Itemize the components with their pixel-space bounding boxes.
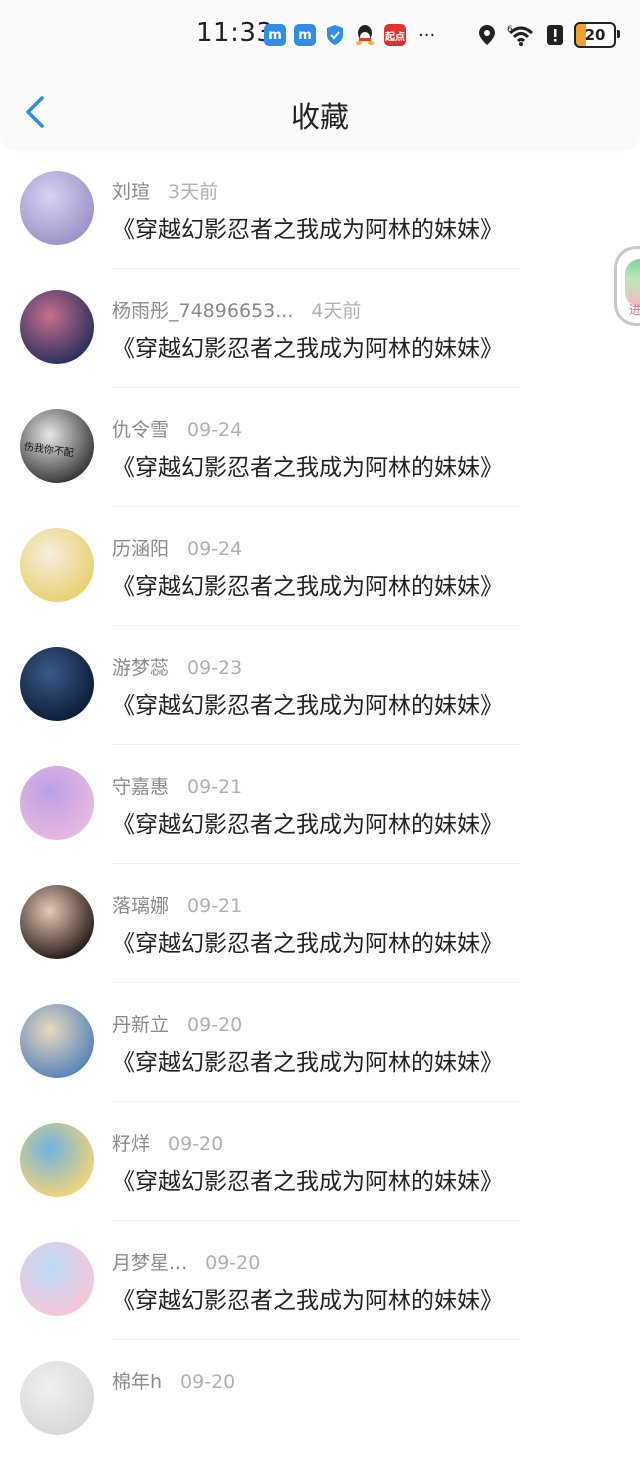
timestamp: 09-24	[187, 538, 243, 560]
favorite-content[interactable]: 《穿越幻影忍者之我成为阿林的妹妹》	[112, 329, 503, 363]
avatar[interactable]	[20, 290, 94, 364]
list-item[interactable]: 杨雨彤_74896653... 4天前《穿越幻影忍者之我成为阿林的妹妹》	[0, 269, 640, 388]
app-m-icon: m	[264, 24, 286, 46]
alert-icon	[547, 25, 563, 45]
list-item[interactable]: 刘瑄 3天前《穿越幻影忍者之我成为阿林的妹妹》	[0, 150, 640, 269]
timestamp: 09-23	[187, 657, 243, 679]
app-m-icon-2: m	[294, 24, 316, 46]
system-icons: 6 20	[478, 22, 620, 48]
timestamp: 09-20	[168, 1133, 224, 1155]
item-meta: 仇令雪 09-24	[112, 415, 242, 442]
favorite-content[interactable]: 《穿越幻影忍者之我成为阿林的妹妹》	[112, 924, 503, 958]
notification-icons: m m 起点 ···	[264, 24, 435, 46]
item-meta: 月梦星... 09-20	[112, 1248, 260, 1275]
list-item[interactable]: 籽烊 09-20 《穿越幻影忍者之我成为阿林的妹妹》	[0, 1102, 640, 1221]
item-meta: 游梦蕊 09-23	[112, 653, 242, 680]
timestamp: 09-20	[180, 1371, 236, 1393]
item-meta: 落璃娜 09-21	[112, 891, 242, 918]
status-bar: 11:33 m m 起点 ··· 6 20	[0, 0, 640, 70]
list-item[interactable]: 棉年h 09-20	[0, 1340, 640, 1459]
qq-icon	[354, 24, 376, 46]
timestamp: 4天前	[311, 300, 362, 322]
timestamp: 09-20	[205, 1252, 261, 1274]
item-meta: 棉年h 09-20	[112, 1367, 235, 1394]
favorite-content[interactable]: 《穿越幻影忍者之我成为阿林的妹妹》	[112, 448, 503, 482]
favorite-content[interactable]: 《穿越幻影忍者之我成为阿林的妹妹》	[112, 686, 503, 720]
avatar[interactable]	[20, 885, 94, 959]
item-meta: 刘瑄 3天前	[112, 177, 218, 204]
avatar[interactable]	[20, 1123, 94, 1197]
status-time: 11:33	[196, 18, 274, 48]
favorite-content[interactable]: 《穿越幻影忍者之我成为阿林的妹妹》	[112, 1043, 503, 1077]
shield-app-icon	[324, 24, 346, 46]
list-item[interactable]: 历涵阳 09-24 《穿越幻影忍者之我成为阿林的妹妹》	[0, 507, 640, 626]
wifi-icon: 6	[507, 25, 534, 46]
timestamp: 09-21	[187, 776, 243, 798]
list-item[interactable]: 丹新立 09-20 《穿越幻影忍者之我成为阿林的妹妹》	[0, 983, 640, 1102]
favorite-content[interactable]: 《穿越幻影忍者之我成为阿林的妹妹》	[112, 805, 503, 839]
list-item[interactable]: 月梦星... 09-20 《穿越幻影忍者之我成为阿林的妹妹》	[0, 1221, 640, 1340]
battery-icon: 20	[574, 22, 620, 48]
avatar[interactable]: 伤我你不配	[20, 409, 94, 483]
username[interactable]: 仇令雪	[112, 419, 169, 441]
avatar[interactable]	[20, 1004, 94, 1078]
avatar-caption: 伤我你不配	[23, 441, 75, 460]
item-meta: 籽烊 09-20	[112, 1129, 223, 1156]
list-item[interactable]: 落璃娜 09-21 《穿越幻影忍者之我成为阿林的妹妹》	[0, 864, 640, 983]
timestamp: 09-20	[187, 1014, 243, 1036]
more-notifications-icon: ···	[418, 24, 436, 46]
avatar[interactable]	[20, 647, 94, 721]
page-title: 收藏	[290, 100, 349, 134]
list-item[interactable]: 守嘉惠 09-21 《穿越幻影忍者之我成为阿林的妹妹》	[0, 745, 640, 864]
avatar[interactable]	[20, 766, 94, 840]
favorite-content[interactable]: 《穿越幻影忍者之我成为阿林的妹妹》	[112, 1281, 503, 1315]
username[interactable]: 刘瑄	[112, 181, 150, 203]
item-meta: 历涵阳 09-24	[112, 534, 242, 561]
location-icon	[479, 25, 495, 45]
item-meta: 丹新立 09-20	[112, 1010, 242, 1037]
qidian-icon: 起点	[384, 24, 406, 46]
avatar[interactable]	[20, 171, 94, 245]
list-item[interactable]: 游梦蕊 09-23 《穿越幻影忍者之我成为阿林的妹妹》	[0, 626, 640, 745]
username[interactable]: 丹新立	[112, 1014, 169, 1036]
avatar[interactable]	[20, 528, 94, 602]
timestamp: 3天前	[168, 181, 219, 203]
top-nav-bar: 收藏	[0, 70, 640, 148]
favorite-content[interactable]: 《穿越幻影忍者之我成为阿林的妹妹》	[112, 567, 503, 601]
avatar[interactable]	[20, 1242, 94, 1316]
username[interactable]: 游梦蕊	[112, 657, 169, 679]
username[interactable]: 杨雨彤_74896653...	[112, 300, 293, 322]
username[interactable]: 历涵阳	[112, 538, 169, 560]
timestamp: 09-21	[187, 895, 243, 917]
username[interactable]: 落璃娜	[112, 895, 169, 917]
favorites-list: 刘瑄 3天前 《穿越幻影忍者之我成为阿林的妹妹》 杨雨彤_74896653... 4天前…	[0, 150, 640, 1459]
username[interactable]: 籽烊	[112, 1133, 150, 1155]
item-meta: 杨雨彤_74896653... 4天前	[112, 296, 361, 323]
item-meta: 守嘉惠 09-21	[112, 772, 242, 799]
username[interactable]: 月梦星...	[112, 1252, 187, 1274]
favorite-content[interactable]: 《穿越幻影忍者之我成为阿林的妹妹》	[112, 1162, 503, 1196]
favorite-content[interactable]: 《穿越幻影忍者之我成为阿林的妹妹》	[112, 210, 503, 244]
avatar[interactable]	[20, 1361, 94, 1435]
list-item[interactable]: 伤我你不配 仇令雪 09-24 《穿越幻影忍者之我成为阿林的妹妹》	[0, 388, 640, 507]
username[interactable]: 守嘉惠	[112, 776, 169, 798]
username[interactable]: 棉年h	[112, 1371, 162, 1393]
timestamp: 09-24	[187, 419, 243, 441]
